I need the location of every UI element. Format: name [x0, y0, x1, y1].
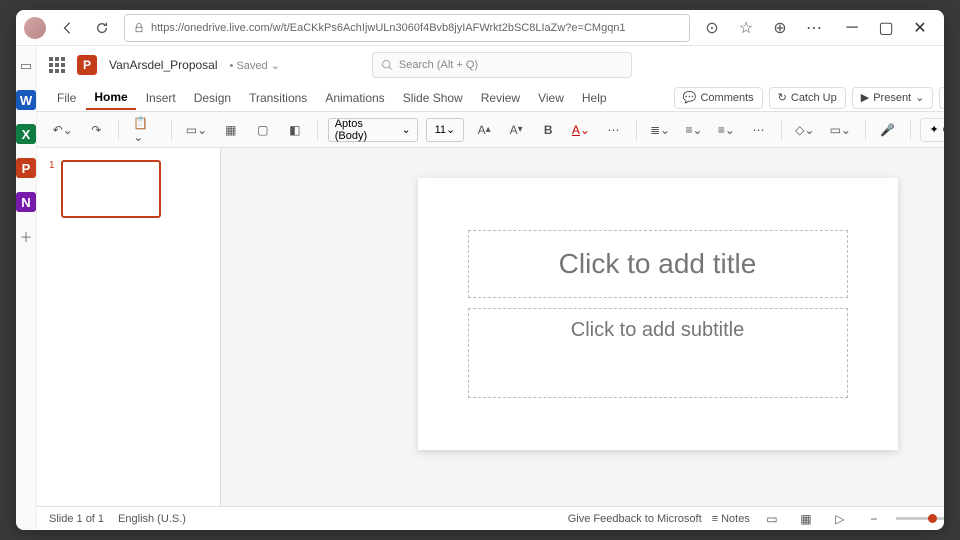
font-color-button[interactable]: A⌄ [568, 117, 593, 143]
document-title[interactable]: VanArsdel_Proposal [109, 58, 218, 72]
arrange-button[interactable]: ▭⌄ [826, 117, 855, 143]
tab-insert[interactable]: Insert [138, 87, 184, 109]
more-font-button[interactable]: ⋯ [602, 117, 626, 143]
zoom-out-button[interactable]: − [862, 506, 886, 531]
slide-counter: Slide 1 of 1 [49, 513, 104, 525]
url-text: https://onedrive.live.com/w/t/EaCKkPs6Ac… [151, 22, 626, 34]
search-icon [381, 59, 393, 71]
shapes-button[interactable]: ◇⌄ [792, 117, 819, 143]
slide[interactable]: Click to add title Click to add subtitle [418, 178, 898, 450]
feedback-link[interactable]: Give Feedback to Microsoft [568, 513, 702, 525]
catchup-button[interactable]: ↻ Catch Up [769, 87, 846, 109]
language-indicator[interactable]: English (U.S.) [118, 513, 186, 525]
tab-design[interactable]: Design [186, 87, 239, 109]
title-bar: P VanArsdel_Proposal • Saved ⌄ Search (A… [37, 46, 944, 84]
bold-button[interactable]: B [536, 117, 560, 143]
comments-button[interactable]: 💬 Comments [674, 87, 763, 109]
title-placeholder[interactable]: Click to add title [468, 230, 848, 298]
lock-icon [133, 22, 145, 34]
ribbon-toolbar: ↶⌄ ↷ 📋⌄ ▭⌄ ▦ ▢ ◧ Aptos (Body) ⌄ 11 ⌄ A▴ … [37, 112, 944, 148]
dictate-button[interactable]: 🎤 [876, 117, 900, 143]
tab-file[interactable]: File [49, 87, 84, 109]
read-aloud-icon[interactable]: ⊙ [700, 16, 724, 40]
rail-powerpoint-icon[interactable]: P [16, 158, 36, 178]
editing-button[interactable]: ✎ Editing ⌄ [939, 87, 944, 109]
new-slide-button[interactable]: ▭⌄ [182, 117, 211, 143]
minimize-button[interactable]: ─ [836, 14, 868, 42]
address-bar[interactable]: https://onedrive.live.com/w/t/EaCKkPs6Ac… [124, 14, 690, 42]
undo-button[interactable]: ↶⌄ [49, 117, 76, 143]
sorter-view-button[interactable]: ▦ [794, 506, 818, 531]
rail-excel-icon[interactable]: X [16, 124, 36, 144]
zoom-slider[interactable] [896, 517, 944, 520]
app-rail: ▭ W X P N ＋ [16, 46, 37, 530]
layout-button[interactable]: ▦ [219, 117, 243, 143]
tab-help[interactable]: Help [574, 87, 615, 109]
rail-add-icon[interactable]: ＋ [16, 226, 36, 246]
redo-button[interactable]: ↷ [84, 117, 108, 143]
numbering-button[interactable]: ≡⌄ [682, 117, 706, 143]
subtitle-placeholder[interactable]: Click to add subtitle [468, 308, 848, 398]
bullets-button[interactable]: ≣⌄ [647, 117, 674, 143]
grow-font-button[interactable]: A▴ [472, 117, 496, 143]
search-input[interactable]: Search (Alt + Q) [372, 52, 632, 78]
slide-canvas[interactable]: Click to add title Click to add subtitle… [221, 148, 944, 506]
reading-view-button[interactable]: ▷ [828, 506, 852, 531]
tab-transitions[interactable]: Transitions [241, 87, 315, 109]
maximize-button[interactable]: ▢ [870, 14, 902, 42]
font-selector[interactable]: Aptos (Body) ⌄ [328, 118, 418, 142]
browser-window: https://onedrive.live.com/w/t/EaCKkPs6Ac… [16, 10, 944, 530]
status-bar: Slide 1 of 1 English (U.S.) Give Feedbac… [37, 506, 944, 530]
refresh-button[interactable] [90, 16, 114, 40]
shrink-font-button[interactable]: A▾ [504, 117, 528, 143]
rail-onenote-icon[interactable]: N [16, 192, 36, 212]
favorites-icon[interactable]: ☆ [734, 16, 758, 40]
collections-icon[interactable]: ⊕ [768, 16, 792, 40]
align-button[interactable]: ≡⌄ [714, 117, 738, 143]
ribbon-tabs: File Home Insert Design Transitions Anim… [37, 84, 944, 112]
reset-button[interactable]: ▢ [251, 117, 275, 143]
tab-animations[interactable]: Animations [317, 87, 392, 109]
thumb-number: 1 [49, 160, 55, 218]
rail-word-icon[interactable]: W [16, 90, 36, 110]
tab-home[interactable]: Home [86, 86, 135, 110]
notes-button[interactable]: ≡ Notes [712, 513, 750, 525]
design-ideas-button[interactable]: ◧ [283, 117, 307, 143]
menu-icon[interactable]: ⋯ [802, 16, 826, 40]
present-button[interactable]: ▶ Present ⌄ [852, 87, 934, 109]
paste-button[interactable]: 📋⌄ [129, 117, 161, 143]
normal-view-button[interactable]: ▭ [760, 506, 784, 531]
tab-view[interactable]: View [530, 87, 572, 109]
copilot-button[interactable]: ✦ Copilot [920, 118, 944, 142]
font-size-selector[interactable]: 11 ⌄ [426, 118, 464, 142]
back-button[interactable] [56, 16, 80, 40]
save-state: • Saved ⌄ [230, 59, 280, 72]
slide-thumbnails: 1 [37, 148, 221, 506]
rail-home-icon[interactable]: ▭ [16, 56, 36, 76]
app-launcher-icon[interactable] [49, 57, 65, 73]
tab-review[interactable]: Review [473, 87, 528, 109]
close-button[interactable]: ✕ [904, 14, 936, 42]
powerpoint-logo-icon: P [77, 55, 97, 75]
profile-avatar[interactable] [24, 17, 46, 39]
more-para-button[interactable]: ⋯ [747, 117, 771, 143]
tab-slideshow[interactable]: Slide Show [395, 87, 471, 109]
browser-toolbar: https://onedrive.live.com/w/t/EaCKkPs6Ac… [16, 10, 944, 46]
slide-thumbnail-1[interactable] [61, 160, 161, 218]
